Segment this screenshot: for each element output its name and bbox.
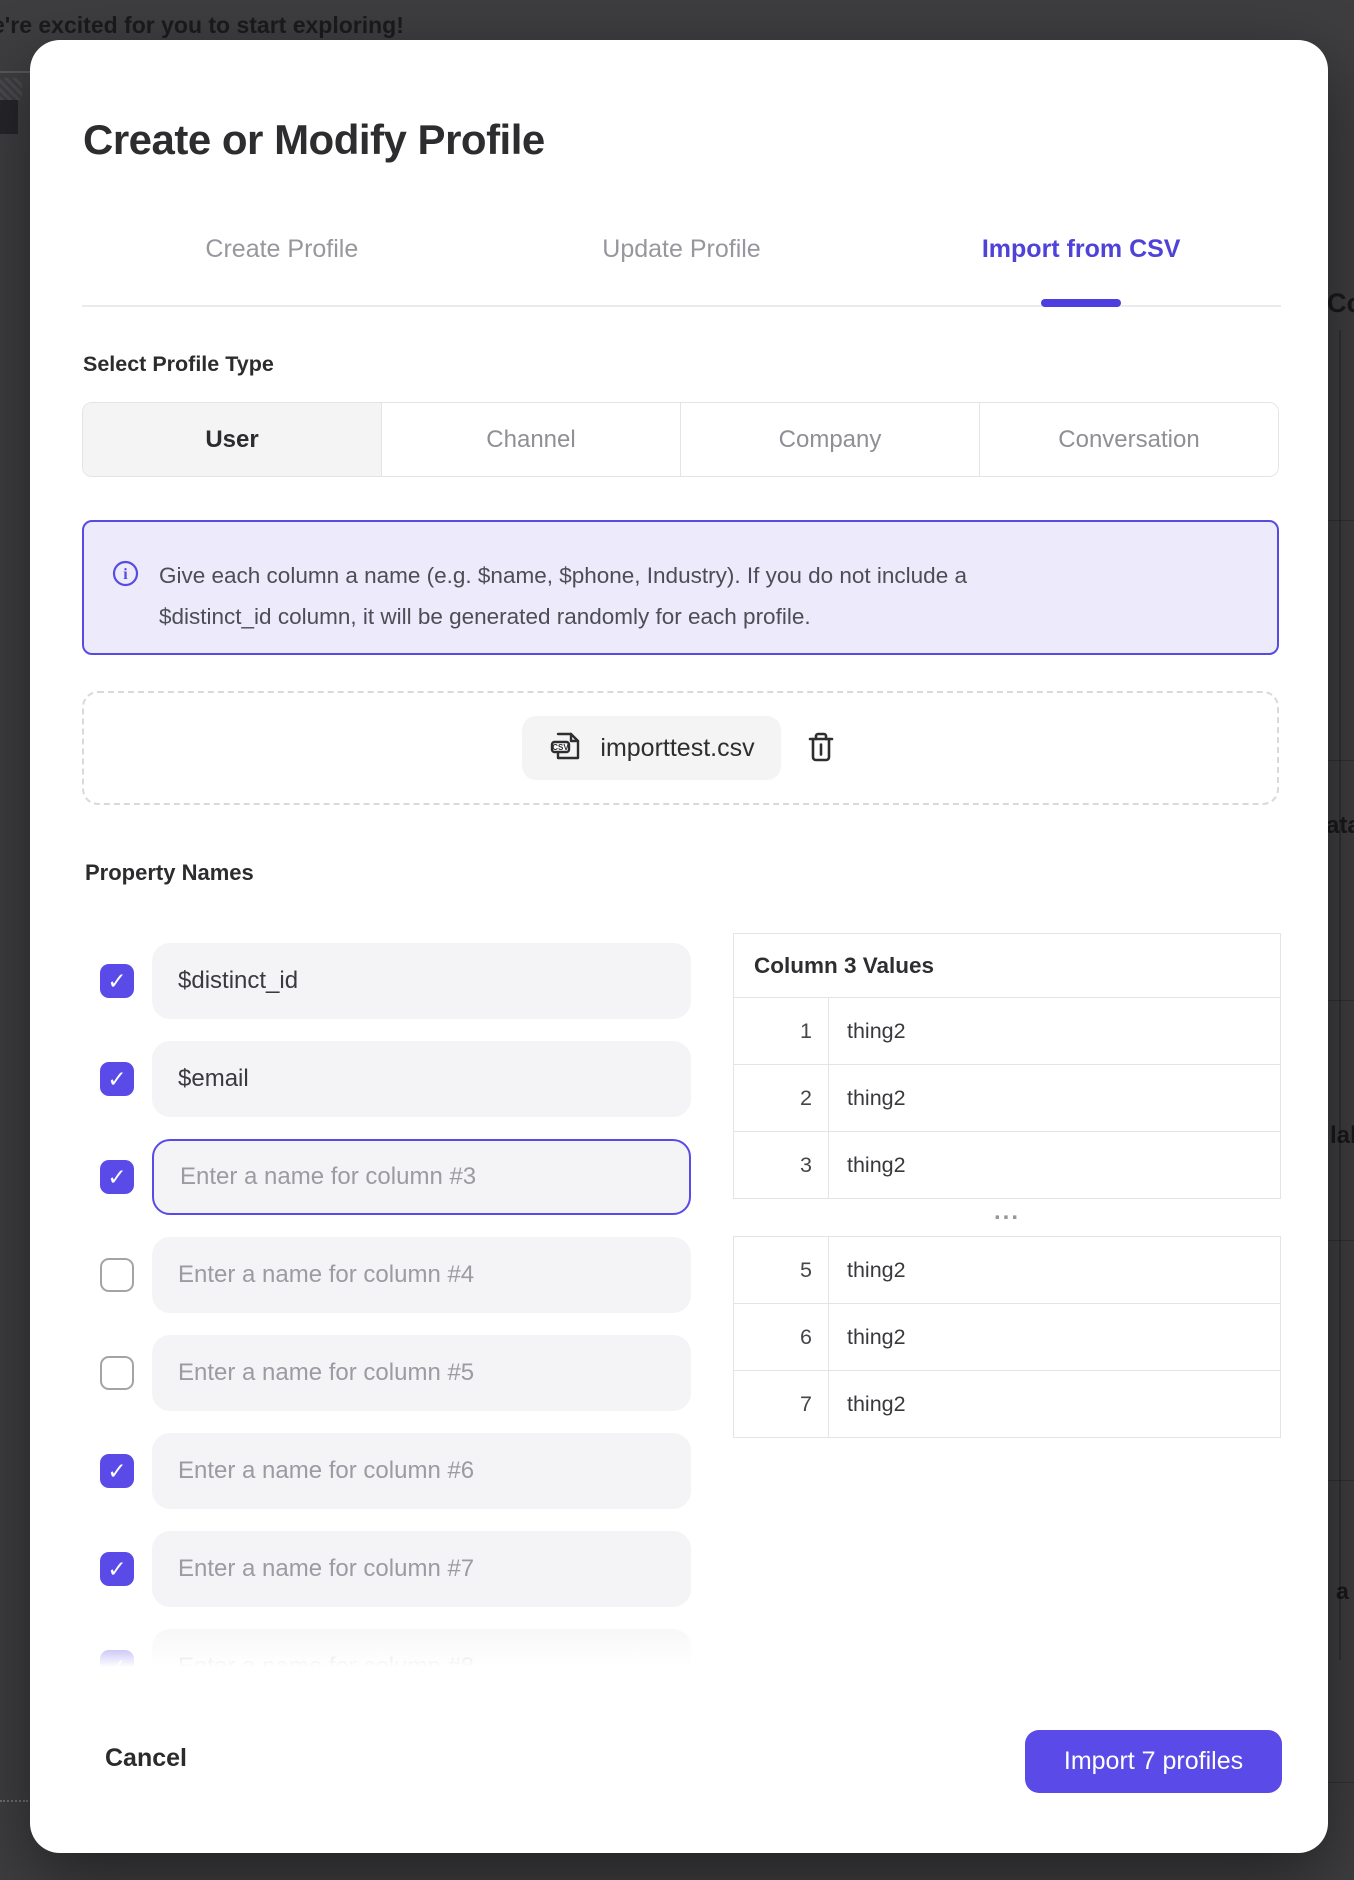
- row-value: thing2: [829, 1237, 1281, 1304]
- active-tab-indicator: [1041, 299, 1121, 307]
- background-table-line: [1339, 330, 1341, 1660]
- column-values-table-top: Column 3 Values 1 thing2 2 thing2 3 thin…: [733, 933, 1281, 1199]
- background-text-fragment: a: [1336, 1578, 1349, 1605]
- table-row: 7 thing2: [734, 1371, 1281, 1438]
- row-index: 5: [734, 1237, 829, 1304]
- uploaded-file-chip: CSV importtest.csv: [522, 716, 780, 780]
- property-checkbox-1[interactable]: ✓: [100, 964, 134, 998]
- property-checkbox-5[interactable]: [100, 1356, 134, 1390]
- row-index: 2: [734, 1065, 829, 1132]
- table-row: 3 thing2: [734, 1132, 1281, 1199]
- background-row-line: [1328, 1240, 1354, 1241]
- property-row: ✓: [30, 1531, 733, 1607]
- create-or-modify-profile-dialog: Create or Modify Profile Create ProfileU…: [30, 40, 1328, 1853]
- row-value: thing2: [829, 998, 1281, 1065]
- property-row: ✓: [30, 1139, 733, 1215]
- profile-type-channel[interactable]: Channel: [381, 403, 680, 476]
- row-value: thing2: [829, 1132, 1281, 1199]
- property-name-input-2[interactable]: [152, 1041, 691, 1117]
- tab-bar: Create ProfileUpdate ProfileImport from …: [82, 226, 1281, 272]
- csv-dropzone[interactable]: CSV importtest.csv: [82, 691, 1279, 805]
- profile-type-user[interactable]: User: [83, 403, 381, 476]
- background-divider-fragment: [0, 71, 30, 73]
- row-index: 6: [734, 1304, 829, 1371]
- row-value: thing2: [829, 1371, 1281, 1438]
- table-row: 2 thing2: [734, 1065, 1281, 1132]
- property-row: ✓: [30, 1041, 733, 1117]
- table-row: 6 thing2: [734, 1304, 1281, 1371]
- property-row: ✓: [30, 1629, 733, 1672]
- tab-update-profile[interactable]: Update Profile: [482, 226, 882, 272]
- background-row-line: [1328, 1782, 1354, 1783]
- property-name-input-4[interactable]: [152, 1237, 691, 1313]
- info-icon: i: [112, 560, 139, 592]
- property-row: [30, 1237, 733, 1313]
- table-row: 1 thing2: [734, 998, 1281, 1065]
- svg-text:i: i: [123, 566, 128, 583]
- property-names-heading: Property Names: [85, 860, 254, 886]
- row-index: 3: [734, 1132, 829, 1199]
- profile-type-company[interactable]: Company: [680, 403, 979, 476]
- property-checkbox-8[interactable]: ✓: [100, 1650, 134, 1672]
- background-row-line: [1328, 520, 1354, 521]
- property-name-input-1[interactable]: [152, 943, 691, 1019]
- property-row: [30, 1335, 733, 1411]
- info-text: Give each column a name (e.g. $name, $ph…: [159, 555, 967, 637]
- uploaded-file-name: importtest.csv: [600, 734, 754, 763]
- property-row: ✓: [30, 943, 733, 1019]
- background-stripe-fragment: [0, 78, 22, 100]
- property-checkbox-4[interactable]: [100, 1258, 134, 1292]
- property-name-input-6[interactable]: [152, 1433, 691, 1509]
- property-name-input-7[interactable]: [152, 1531, 691, 1607]
- table-ellipsis: ...: [733, 1198, 1281, 1226]
- property-checkbox-6[interactable]: ✓: [100, 1454, 134, 1488]
- dialog-title: Create or Modify Profile: [83, 116, 545, 164]
- info-banner: i Give each column a name (e.g. $name, $…: [82, 520, 1279, 655]
- background-row-line: [1328, 1480, 1354, 1481]
- property-name-input-8[interactable]: [152, 1629, 691, 1672]
- csv-file-icon: CSV: [548, 727, 586, 770]
- background-text-fragment: lal: [1330, 1122, 1354, 1150]
- row-value: thing2: [829, 1304, 1281, 1371]
- background-row-line: [1328, 760, 1354, 761]
- property-checkbox-3[interactable]: ✓: [100, 1160, 134, 1194]
- profile-type-segmented-control: UserChannelCompanyConversation: [82, 402, 1279, 477]
- tab-create-profile[interactable]: Create Profile: [82, 226, 482, 272]
- column-values-table-bottom: 5 thing2 6 thing2 7 thing2: [733, 1236, 1281, 1438]
- property-checkbox-2[interactable]: ✓: [100, 1062, 134, 1096]
- background-text-fragment: Co: [1327, 288, 1354, 319]
- background-dotted-line: [0, 1800, 28, 1802]
- tab-import-from-csv[interactable]: Import from CSV: [881, 226, 1281, 272]
- property-checkbox-7[interactable]: ✓: [100, 1552, 134, 1586]
- table-row: 5 thing2: [734, 1237, 1281, 1304]
- remove-file-button[interactable]: [803, 729, 839, 768]
- svg-text:CSV: CSV: [553, 743, 570, 752]
- cancel-button[interactable]: Cancel: [105, 1744, 187, 1773]
- property-names-list: ✓ ✓ ✓ ✓ ✓ ✓: [30, 943, 733, 1672]
- background-row-line: [1328, 1000, 1354, 1001]
- column-values-header: Column 3 Values: [734, 934, 1281, 998]
- property-name-input-3[interactable]: [152, 1139, 691, 1215]
- property-row: ✓: [30, 1433, 733, 1509]
- import-profiles-button[interactable]: Import 7 profiles: [1025, 1730, 1282, 1793]
- row-index: 1: [734, 998, 829, 1065]
- row-value: thing2: [829, 1065, 1281, 1132]
- profile-type-label: Select Profile Type: [83, 352, 274, 377]
- background-banner-text: e're excited for you to start exploring!: [0, 12, 404, 39]
- background-bar-fragment: [0, 100, 18, 134]
- property-name-input-5[interactable]: [152, 1335, 691, 1411]
- profile-type-conversation[interactable]: Conversation: [979, 403, 1278, 476]
- row-index: 7: [734, 1371, 829, 1438]
- trash-icon: [803, 729, 839, 768]
